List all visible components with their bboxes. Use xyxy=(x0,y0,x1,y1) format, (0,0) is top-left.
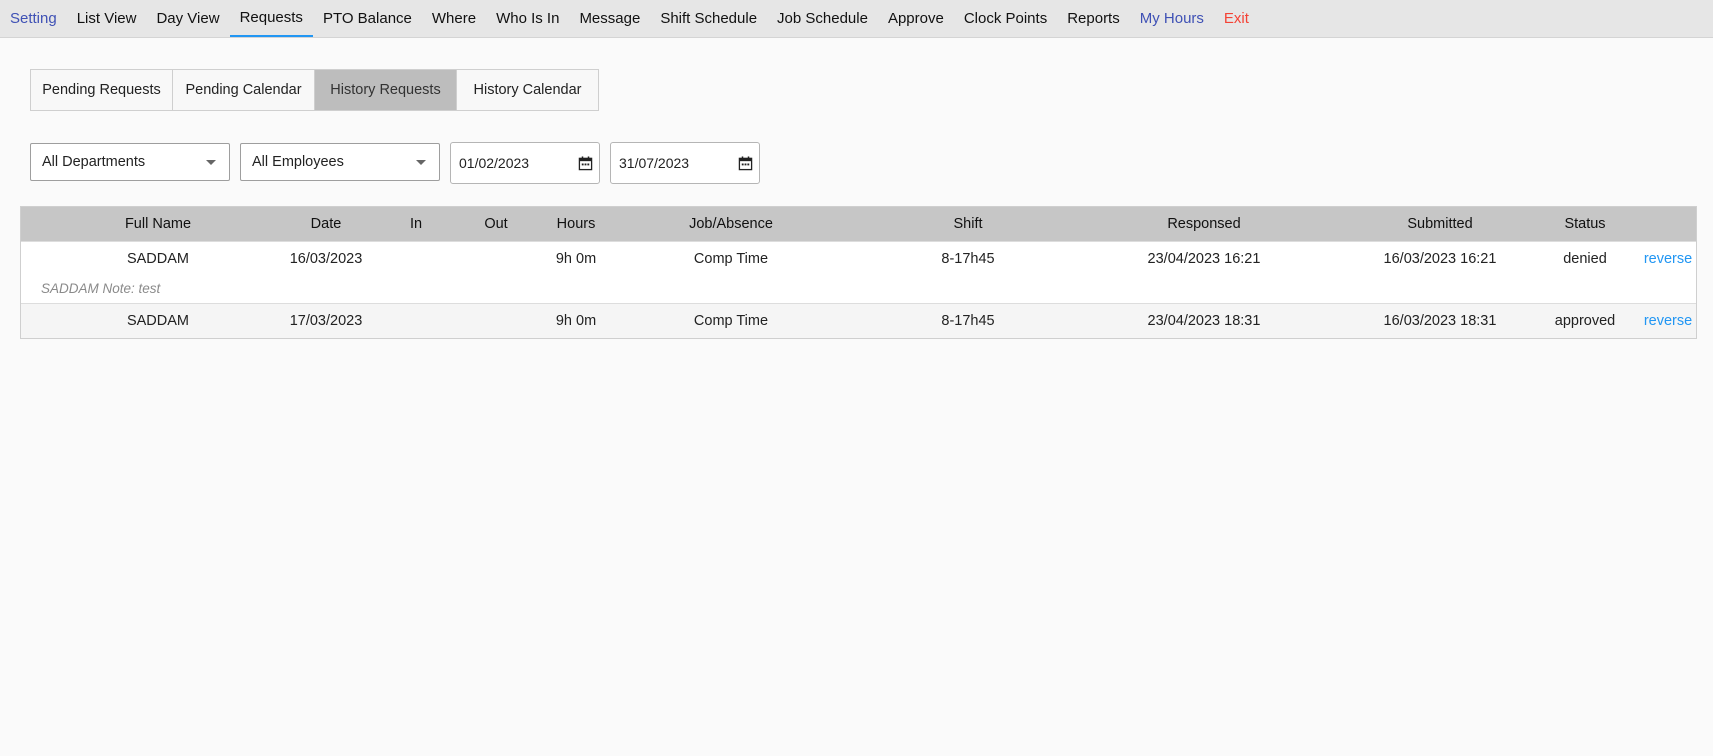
nav-requests[interactable]: Requests xyxy=(229,0,313,37)
nav-message[interactable]: Message xyxy=(569,0,650,37)
nav-job-schedule[interactable]: Job Schedule xyxy=(767,0,878,37)
header-submitted[interactable]: Submitted xyxy=(1340,207,1540,241)
cell-full-name: SADDAM xyxy=(126,313,190,329)
chevron-down-icon xyxy=(416,160,426,165)
cell-in xyxy=(376,242,456,276)
header-responsed[interactable]: Responsed xyxy=(1104,207,1304,241)
cell-date: 16/03/2023 xyxy=(289,251,363,267)
cell-status: denied xyxy=(1563,251,1607,267)
cell-out xyxy=(456,304,536,338)
history-requests-table: Full Name Date In Out Hours Job/Absence … xyxy=(20,206,1697,339)
chevron-down-icon xyxy=(206,160,216,165)
cell-out xyxy=(456,242,536,276)
nav-setting[interactable]: Setting xyxy=(0,0,67,37)
date-from-value: 01/02/2023 xyxy=(459,155,530,171)
header-in[interactable]: In xyxy=(376,207,456,241)
employee-select[interactable]: All Employees xyxy=(240,143,440,181)
tab-history-calendar[interactable]: History Calendar xyxy=(457,70,598,110)
header-shift[interactable]: Shift xyxy=(888,207,1048,241)
header-full-name[interactable]: Full Name xyxy=(48,207,268,241)
nav-pto-balance[interactable]: PTO Balance xyxy=(313,0,422,37)
nav-shift-schedule[interactable]: Shift Schedule xyxy=(650,0,767,37)
table-row[interactable]: SADDAM 17/03/2023 9h 0m Comp Time 8-17h4… xyxy=(21,303,1696,338)
nav-list-view[interactable]: List View xyxy=(67,0,147,37)
date-to-value: 31/07/2023 xyxy=(619,155,690,171)
nav-day-view[interactable]: Day View xyxy=(146,0,229,37)
cell-date: 17/03/2023 xyxy=(289,313,363,329)
cell-job: Comp Time xyxy=(693,251,769,267)
table-row[interactable]: SADDAM 16/03/2023 9h 0m Comp Time 8-17h4… xyxy=(21,241,1696,303)
cell-full-name: SADDAM xyxy=(126,251,190,267)
header-status[interactable]: Status xyxy=(1535,207,1635,241)
department-select[interactable]: All Departments xyxy=(30,143,230,181)
date-to-input[interactable]: 31/07/2023 xyxy=(610,142,760,184)
cell-submitted: 16/03/2023 18:31 xyxy=(1383,313,1497,329)
cell-submitted: 16/03/2023 16:21 xyxy=(1383,251,1497,267)
reverse-link[interactable]: reverse xyxy=(1638,242,1698,276)
cell-job: Comp Time xyxy=(693,313,769,329)
top-nav: Setting List View Day View Requests PTO … xyxy=(0,0,1713,38)
reverse-link[interactable]: reverse xyxy=(1638,304,1698,338)
cell-in xyxy=(376,304,456,338)
cell-shift: 8-17h45 xyxy=(941,251,995,267)
tab-history-requests[interactable]: History Requests xyxy=(315,70,457,110)
calendar-icon[interactable] xyxy=(738,156,753,171)
date-from-input[interactable]: 01/02/2023 xyxy=(450,142,600,184)
department-select-value: All Departments xyxy=(42,154,146,170)
cell-responsed: 23/04/2023 18:31 xyxy=(1147,313,1261,329)
request-tabs: Pending Requests Pending Calendar Histor… xyxy=(30,69,599,111)
request-note: SADDAM Note: test xyxy=(41,281,161,296)
header-date[interactable]: Date xyxy=(266,207,386,241)
nav-who-is-in[interactable]: Who Is In xyxy=(486,0,569,37)
header-hours[interactable]: Hours xyxy=(536,207,616,241)
nav-clock-points[interactable]: Clock Points xyxy=(954,0,1057,37)
cell-responsed: 23/04/2023 16:21 xyxy=(1147,251,1261,267)
tab-pending-requests[interactable]: Pending Requests xyxy=(31,70,173,110)
calendar-icon[interactable] xyxy=(578,156,593,171)
cell-hours: 9h 0m xyxy=(555,313,597,329)
tab-pending-calendar[interactable]: Pending Calendar xyxy=(173,70,315,110)
nav-approve[interactable]: Approve xyxy=(878,0,954,37)
nav-reports[interactable]: Reports xyxy=(1057,0,1130,37)
table-header: Full Name Date In Out Hours Job/Absence … xyxy=(21,207,1696,241)
cell-shift: 8-17h45 xyxy=(941,313,995,329)
cell-status: approved xyxy=(1554,313,1616,329)
cell-hours: 9h 0m xyxy=(555,251,597,267)
employee-select-value: All Employees xyxy=(252,154,344,170)
header-job-absence[interactable]: Job/Absence xyxy=(641,207,821,241)
nav-my-hours[interactable]: My Hours xyxy=(1130,0,1214,37)
nav-exit[interactable]: Exit xyxy=(1214,0,1259,37)
nav-where[interactable]: Where xyxy=(422,0,486,37)
header-out[interactable]: Out xyxy=(456,207,536,241)
